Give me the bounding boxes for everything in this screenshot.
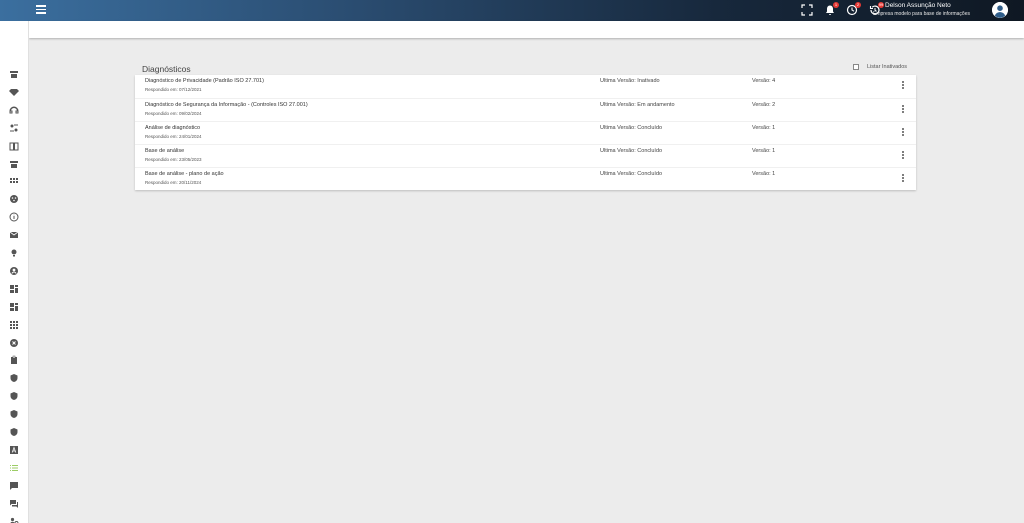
diagnostics-list: Diagnóstico de Privacidade (Padrão ISO 2… — [135, 75, 916, 190]
diagnostic-name[interactable]: Diagnóstico de Segurança da Informação -… — [145, 102, 308, 108]
user-company: Empresa modelo para base de informações — [873, 11, 970, 17]
shield-icon[interactable] — [9, 373, 19, 383]
tasks-badge: 2 — [855, 2, 861, 8]
diagnostic-name[interactable]: Diagnóstico de Privacidade (Padrão ISO 2… — [145, 78, 264, 84]
store-icon[interactable] — [9, 159, 19, 169]
sidebar — [0, 21, 29, 523]
more-options-icon[interactable] — [900, 128, 906, 138]
shield-icon[interactable] — [9, 409, 19, 419]
diagnostic-name[interactable]: Base de análise — [145, 148, 184, 154]
more-options-icon[interactable] — [900, 81, 906, 91]
more-options-icon[interactable] — [900, 174, 906, 184]
list-item[interactable]: Diagnóstico de Segurança da Informação -… — [135, 98, 916, 121]
avatar[interactable] — [992, 2, 1008, 18]
dashboard-icon[interactable] — [9, 284, 19, 294]
last-version-status: Ultima Versão: Em andamento — [600, 102, 675, 108]
book-icon[interactable] — [9, 141, 19, 151]
dashboard-icon[interactable] — [9, 302, 19, 312]
cancel-icon[interactable] — [9, 338, 19, 348]
list-item[interactable]: Análise de diagnóstico Respondido em: 24… — [135, 121, 916, 144]
last-version-status: Ultima Versão: Inativado — [600, 78, 660, 84]
last-version-status: Ultima Versão: Concluído — [600, 148, 663, 154]
list-inactive-filter[interactable]: Listar Inativados — [853, 64, 907, 70]
list-inactive-label: Listar Inativados — [867, 64, 908, 70]
more-options-icon[interactable] — [900, 105, 906, 115]
diamond-icon[interactable] — [9, 87, 19, 97]
info-icon[interactable] — [9, 212, 19, 222]
version-number: Versão: 4 — [752, 78, 776, 84]
people-sync-icon[interactable] — [9, 123, 19, 133]
answered-date: Respondido em: 24/01/2024 — [145, 134, 202, 139]
store-icon[interactable] — [9, 69, 19, 79]
more-options-icon[interactable] — [900, 151, 906, 161]
answered-date: Respondido em: 07/12/2021 — [145, 87, 202, 92]
top-navbar: 1 2 99 Delson Assunção Neto Empresa mode… — [0, 0, 1024, 21]
list-item[interactable]: Diagnóstico de Privacidade (Padrão ISO 2… — [135, 75, 916, 98]
answered-date: Respondido em: 23/05/2023 — [145, 157, 202, 162]
palette-icon[interactable] — [9, 194, 19, 204]
fullscreen-icon[interactable] — [801, 4, 813, 16]
clipboard-icon[interactable] — [9, 355, 19, 365]
notifications-bell-icon[interactable]: 1 — [824, 2, 839, 16]
account-circle-icon[interactable] — [9, 266, 19, 276]
tasks-clock-icon[interactable]: 2 — [846, 2, 861, 16]
chat-icon[interactable] — [9, 481, 19, 491]
updates-badge: 99 — [878, 2, 884, 8]
forum-icon[interactable] — [9, 499, 19, 509]
answered-date: Respondido em: 09/02/2024 — [145, 111, 202, 116]
last-version-status: Ultima Versão: Concluído — [600, 125, 663, 131]
list-icon[interactable] — [9, 463, 19, 473]
shield-icon[interactable] — [9, 427, 19, 437]
shield-icon[interactable] — [9, 391, 19, 401]
list-inactive-checkbox[interactable] — [853, 64, 859, 70]
version-number: Versão: 1 — [752, 171, 776, 177]
last-version-status: Ultima Versão: Concluído — [600, 171, 663, 177]
answered-date: Respondido em: 20/11/2024 — [145, 180, 202, 185]
version-number: Versão: 1 — [752, 148, 776, 154]
font-icon[interactable] — [9, 445, 19, 455]
lightbulb-icon[interactable] — [9, 248, 19, 258]
menu-icon[interactable] — [36, 5, 46, 14]
headset-icon[interactable] — [9, 105, 19, 115]
version-number: Versão: 2 — [752, 102, 776, 108]
diagnostic-name[interactable]: Análise de diagnóstico — [145, 125, 200, 131]
notifications-badge: 1 — [833, 2, 839, 8]
grid-icon[interactable] — [9, 176, 19, 186]
sub-header — [29, 21, 1024, 38]
page-title: Diagnósticos — [142, 64, 191, 74]
apps-icon[interactable] — [9, 320, 19, 330]
version-number: Versão: 1 — [752, 125, 776, 131]
user-name[interactable]: Delson Assunção Neto — [885, 2, 951, 9]
list-item[interactable]: Base de análise - plano de ação Respondi… — [135, 167, 916, 190]
list-item[interactable]: Base de análise Respondido em: 23/05/202… — [135, 144, 916, 167]
mail-icon[interactable] — [9, 230, 19, 240]
settings-people-icon[interactable] — [9, 516, 19, 523]
diagnostic-name[interactable]: Base de análise - plano de ação — [145, 171, 224, 177]
